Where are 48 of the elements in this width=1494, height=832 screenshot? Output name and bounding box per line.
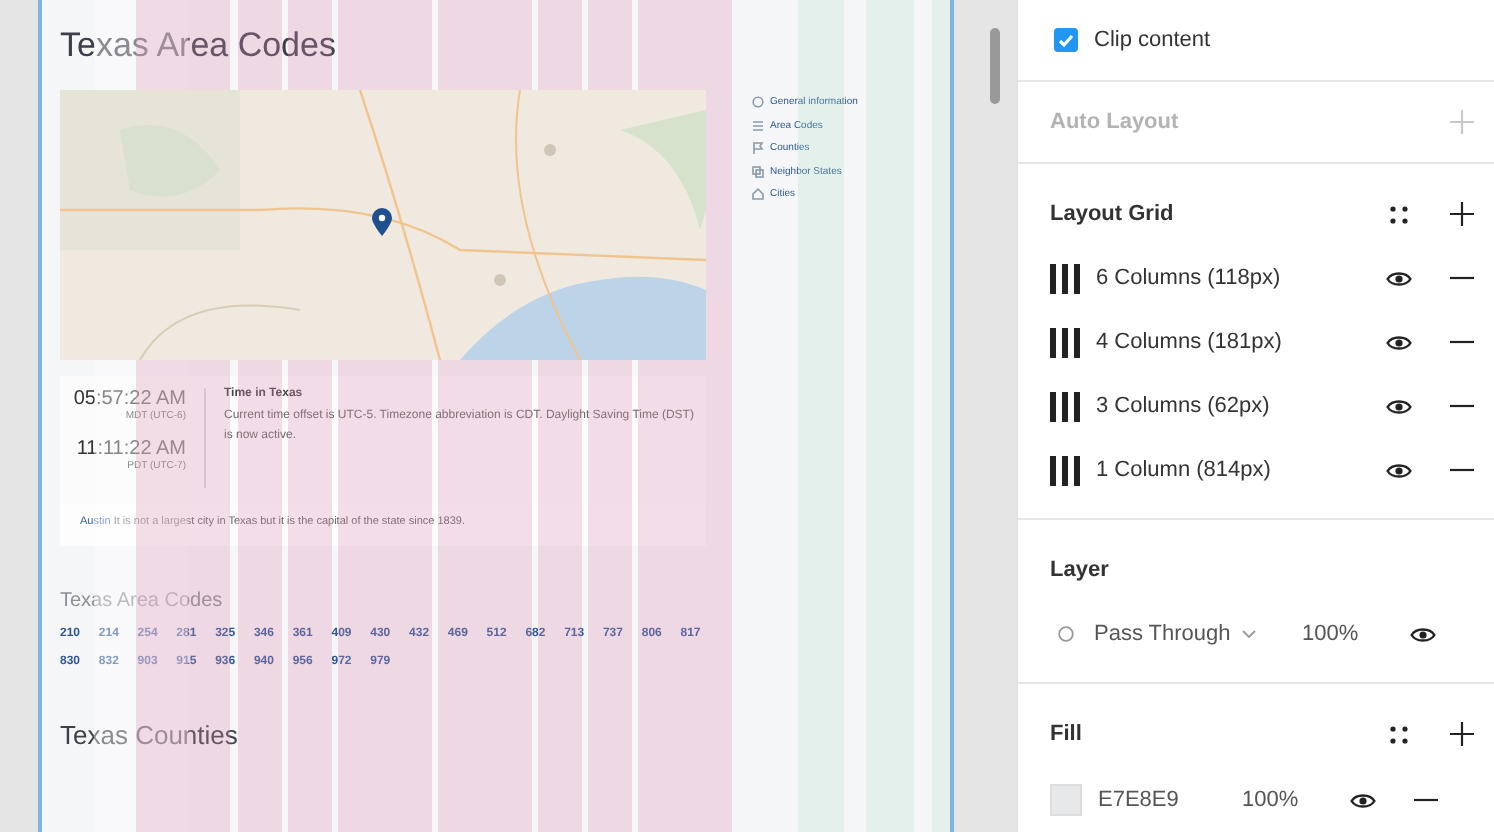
- columns-icon[interactable]: [1050, 327, 1080, 357]
- grid-label[interactable]: 4 Columns (181px): [1096, 330, 1366, 354]
- clock-time: 05:57:22 AM: [71, 388, 186, 410]
- circle-icon: [752, 96, 764, 108]
- columns-icon[interactable]: [1050, 455, 1080, 485]
- dots-icon[interactable]: [1389, 205, 1407, 223]
- eye-icon[interactable]: [1385, 269, 1411, 287]
- opacity-value[interactable]: 100%: [1242, 788, 1330, 812]
- section-title: Layer: [1050, 558, 1111, 582]
- plus-icon[interactable]: [1450, 202, 1474, 226]
- columns-icon[interactable]: [1050, 391, 1080, 421]
- columns-icon[interactable]: [1050, 263, 1080, 293]
- section-title: Fill: [1050, 722, 1084, 746]
- flag-icon: [752, 142, 764, 154]
- plus-icon[interactable]: [1450, 722, 1474, 746]
- map-pin-icon: [372, 208, 392, 236]
- page-title: Texas Area Codes: [60, 26, 338, 66]
- eye-icon[interactable]: [1349, 791, 1375, 809]
- house-icon: [752, 188, 764, 200]
- minus-icon[interactable]: [1450, 404, 1474, 408]
- checkbox[interactable]: [1054, 28, 1078, 53]
- minus-icon[interactable]: [1414, 798, 1438, 802]
- eye-icon[interactable]: [1385, 461, 1411, 479]
- minus-icon[interactable]: [1450, 340, 1474, 344]
- section-heading: Texas Area Codes: [60, 590, 225, 612]
- clock-time: 11:11:22 AM: [74, 438, 186, 460]
- grid-label[interactable]: 3 Columns (62px): [1096, 394, 1366, 418]
- section-heading: Texas Counties: [60, 720, 240, 750]
- grid-label[interactable]: 1 Column (814px): [1096, 458, 1366, 482]
- dots-icon[interactable]: [1389, 725, 1407, 743]
- section-title: Auto Layout: [1050, 110, 1181, 135]
- minus-icon[interactable]: [1450, 276, 1474, 280]
- scrollbar-thumb[interactable]: [990, 28, 1000, 104]
- checkbox-label: Clip content: [1094, 28, 1211, 53]
- eye-icon[interactable]: [1385, 333, 1411, 351]
- chevron-down-icon: [1242, 630, 1257, 638]
- eye-icon[interactable]: [1409, 625, 1435, 643]
- eye-icon[interactable]: [1385, 397, 1411, 415]
- blend-mode-dropdown[interactable]: Pass Through: [1094, 622, 1302, 646]
- list-icon: [752, 119, 764, 131]
- circle-icon: [1058, 626, 1074, 642]
- hex-value[interactable]: E7E8E9: [1098, 788, 1242, 812]
- color-swatch[interactable]: [1050, 784, 1082, 816]
- grid-label[interactable]: 6 Columns (118px): [1096, 266, 1366, 290]
- opacity-value[interactable]: 100%: [1302, 622, 1390, 646]
- squares-icon: [752, 165, 764, 177]
- minus-icon[interactable]: [1450, 468, 1474, 472]
- section-title: Layout Grid: [1050, 202, 1176, 226]
